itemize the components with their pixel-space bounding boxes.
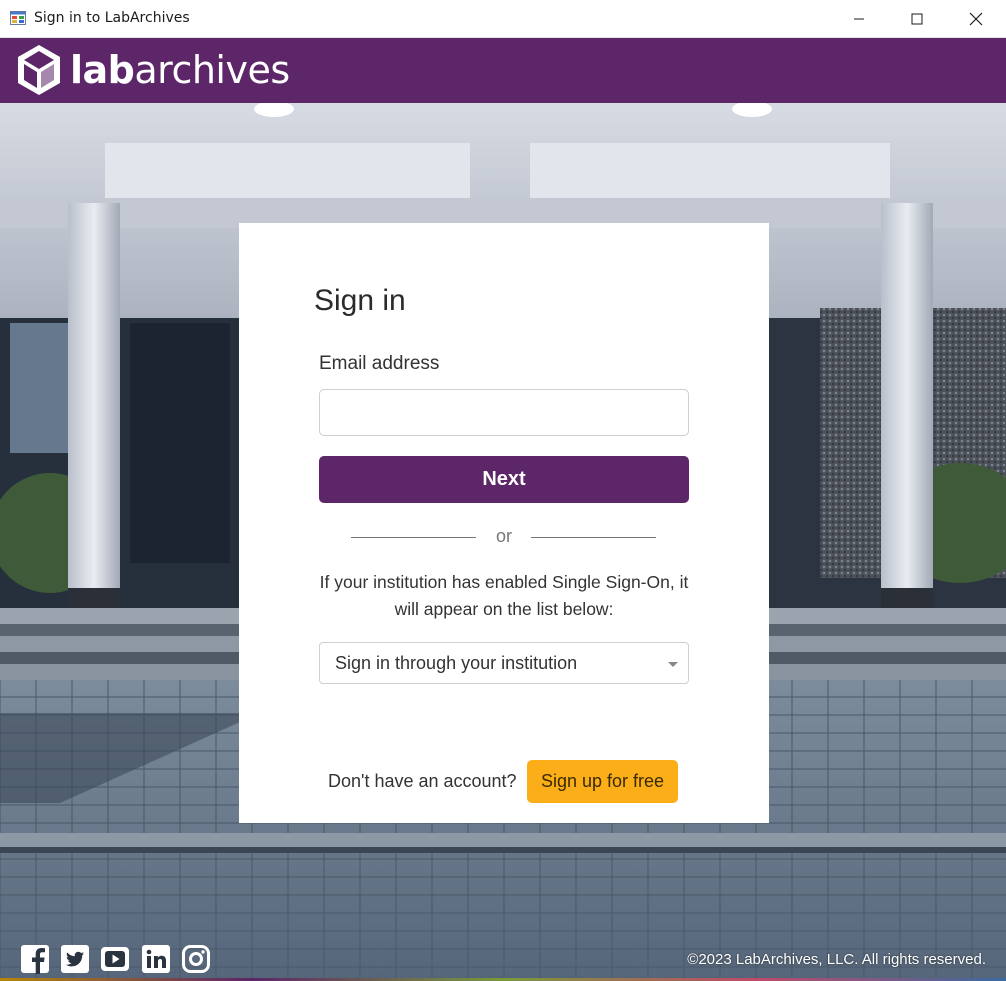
window-titlebar: Sign in to LabArchives [0,0,1006,38]
divider-right [531,537,656,538]
youtube-icon[interactable] [100,944,130,974]
signup-button[interactable]: Sign up for free [527,760,678,803]
no-account-text: Don't have an account? [328,771,517,791]
linkedin-icon[interactable] [141,944,171,974]
institution-select[interactable]: Sign in through your institution [319,642,689,684]
labarchives-logo-text: labarchives [70,48,290,92]
copyright-text: ©2023 LabArchives, LLC. All rights reser… [687,951,986,968]
close-button[interactable] [947,0,1005,38]
app-window-icon [10,11,26,25]
close-icon [969,12,983,26]
facebook-icon[interactable] [20,944,50,974]
maximize-icon [911,13,923,25]
sso-description: If your institution has enabled Single S… [319,572,689,619]
minimize-button[interactable] [830,0,888,38]
labarchives-logo-icon [18,45,60,95]
chevron-down-icon [668,662,678,667]
maximize-button[interactable] [888,0,946,38]
twitter-icon[interactable] [60,944,90,974]
minimize-icon [854,18,864,20]
institution-select-value: Sign in through your institution [335,652,578,673]
page-title: Sign in [314,284,406,317]
or-separator: or [495,526,512,546]
divider-left [351,537,476,538]
instagram-icon[interactable] [181,944,211,974]
brand-header: labarchives [0,38,1006,103]
next-button[interactable]: Next [319,456,689,503]
window-title: Sign in to LabArchives [34,10,190,26]
email-field[interactable] [319,389,689,436]
email-label: Email address [319,353,440,374]
signin-card: Sign in Email address Next or If your in… [239,223,769,823]
